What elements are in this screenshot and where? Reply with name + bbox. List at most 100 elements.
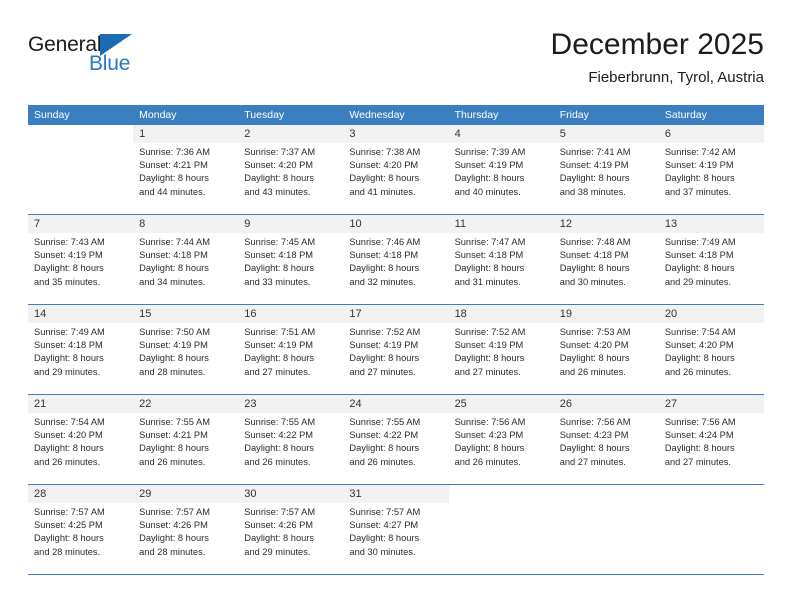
day-cell-2[interactable]: 2 Sunrise: 7:37 AM Sunset: 4:20 PM Daylight… [238,125,344,214]
day-details: Sunrise: 7:42 AM Sunset: 4:19 PM Daylight:… [659,143,764,199]
day-detail-line: Daylight: 8 hours [664,173,735,184]
day-detail-line: Daylight: 8 hours [244,263,315,274]
day-cell-31[interactable]: 31 Sunrise: 7:57 AM Sunset: 4:27 PM Dayligh… [343,485,449,574]
day-cell-9[interactable]: 9 Sunrise: 7:45 AM Sunset: 4:18 PM Daylight… [238,215,344,304]
day-cell-12[interactable]: 12 Sunrise: 7:48 AM Sunset: 4:18 PM Dayligh… [553,215,659,304]
day-cell-29[interactable]: 29 Sunrise: 7:57 AM Sunset: 4:26 PM Dayligh… [133,485,239,574]
day-detail-line: Daylight: 8 hours [244,533,315,544]
day-cell-21[interactable]: 21 Sunrise: 7:54 AM Sunset: 4:20 PM Dayligh… [28,395,134,484]
day-cell-8[interactable]: 8 Sunrise: 7:44 AM Sunset: 4:18 PM Daylight… [133,215,239,304]
weekday-header-wednesday: Wednesday [349,109,405,121]
day-detail-line: Sunrise: 7:52 AM [454,327,526,337]
day-detail-line: Sunrise: 7:43 AM [34,237,105,247]
day-detail-line: Sunrise: 7:36 AM [139,147,210,157]
day-cell-18[interactable]: 18 Sunrise: 7:52 AM Sunset: 4:19 PM Dayligh… [448,305,554,394]
day-cell-11[interactable]: 11 Sunrise: 7:47 AM Sunset: 4:18 PM Dayligh… [448,215,554,304]
day-detail-line: Daylight: 8 hours [454,443,525,454]
day-number: 7 [28,215,134,233]
weekday-header-tuesday: Tuesday [244,109,285,121]
day-cell-14[interactable]: 14 Sunrise: 7:49 AM Sunset: 4:18 PM Dayligh… [28,305,134,394]
day-detail-line: Daylight: 8 hours [139,443,209,454]
day-cell-17[interactable]: 17 Sunrise: 7:52 AM Sunset: 4:19 PM Dayligh… [343,305,449,394]
day-cell-22[interactable]: 22 Sunrise: 7:55 AM Sunset: 4:21 PM Dayligh… [133,395,239,484]
day-detail-line: Sunset: 4:20 PM [559,340,629,351]
day-details: Sunrise: 7:41 AM Sunset: 4:19 PM Daylight:… [554,143,659,199]
day-cell-6[interactable]: 6 Sunrise: 7:42 AM Sunset: 4:19 PM Daylight… [658,125,764,214]
calendar-week-row: 21 Sunrise: 7:54 AM Sunset: 4:20 PM Dayligh… [28,394,764,484]
day-cell-23[interactable]: 23 Sunrise: 7:55 AM Sunset: 4:22 PM Dayligh… [238,395,344,484]
day-details [28,143,133,146]
day-detail-line: and 26 minutes. [454,456,521,467]
day-details: Sunrise: 7:49 AM Sunset: 4:18 PM Daylight:… [28,323,133,379]
day-detail-line: and 34 minutes. [139,276,206,287]
day-cell-26[interactable]: 26 Sunrise: 7:56 AM Sunset: 4:23 PM Dayligh… [553,395,659,484]
day-number: 18 [448,305,554,323]
day-detail-line: and 31 minutes. [454,276,521,287]
calendar-grid: Sunday Monday Tuesday Wednesday Thursday Frid… [28,105,764,575]
day-cell-15[interactable]: 15 Sunrise: 7:50 AM Sunset: 4:19 PM Dayligh… [133,305,239,394]
day-detail-line: and 26 minutes. [244,456,311,467]
day-cell-4[interactable]: 4 Sunrise: 7:39 AM Sunset: 4:19 PM Daylight… [448,125,554,214]
day-cell-7[interactable]: 7 Sunrise: 7:43 AM Sunset: 4:19 PM Daylight… [28,215,134,304]
day-cell-27[interactable]: 27 Sunrise: 7:56 AM Sunset: 4:24 PM Dayligh… [658,395,764,484]
day-details: Sunrise: 7:46 AM Sunset: 4:18 PM Daylight:… [343,233,448,289]
day-cell-30[interactable]: 30 Sunrise: 7:57 AM Sunset: 4:26 PM Dayligh… [238,485,344,574]
day-detail-line: Sunset: 4:18 PM [454,250,524,261]
day-detail-line: Sunrise: 7:49 AM [664,237,736,247]
day-detail-line: Sunrise: 7:53 AM [559,327,631,337]
day-detail-line: Daylight: 8 hours [664,263,735,274]
day-details [449,503,554,506]
calendar-bottom-rule [28,574,764,575]
day-details: Sunrise: 7:55 AM Sunset: 4:21 PM Daylight:… [133,413,238,469]
day-detail-line: Sunrise: 7:57 AM [34,507,105,517]
weekday-header-sunday: Sunday [34,109,70,121]
day-detail-line: Sunset: 4:19 PM [349,340,419,351]
day-number: 9 [238,215,344,233]
page-header: General Blue December 2025 Fieberbrunn, … [28,28,764,98]
day-cell-25[interactable]: 25 Sunrise: 7:56 AM Sunset: 4:23 PM Dayligh… [448,395,554,484]
brand-logo[interactable]: General Blue [28,34,158,82]
day-number [553,485,659,503]
day-cell-28[interactable]: 28 Sunrise: 7:57 AM Sunset: 4:25 PM Dayligh… [28,485,134,574]
day-number: 23 [238,395,344,413]
title-block: December 2025 Fieberbrunn, Tyrol, Austri… [551,28,764,87]
day-details: Sunrise: 7:47 AM Sunset: 4:18 PM Daylight:… [449,233,554,289]
day-number: 25 [448,395,554,413]
day-detail-line: Daylight: 8 hours [454,173,525,184]
weekday-header-monday: Monday [139,109,177,121]
day-detail-line: Daylight: 8 hours [244,443,315,454]
day-details: Sunrise: 7:55 AM Sunset: 4:22 PM Daylight:… [238,413,343,469]
day-number [448,485,554,503]
day-detail-line: Sunrise: 7:41 AM [559,147,631,157]
day-number: 4 [448,125,554,143]
day-cell-16[interactable]: 16 Sunrise: 7:51 AM Sunset: 4:19 PM Dayligh… [238,305,344,394]
day-detail-line: Sunset: 4:20 PM [664,340,734,351]
day-cell-19[interactable]: 19 Sunrise: 7:53 AM Sunset: 4:20 PM Dayligh… [553,305,659,394]
weekday-header-saturday: Saturday [664,109,707,121]
day-cell-20[interactable]: 20 Sunrise: 7:54 AM Sunset: 4:20 PM Dayligh… [658,305,764,394]
day-detail-line: Sunrise: 7:39 AM [454,147,526,157]
day-detail-line: and 38 minutes. [559,186,626,197]
day-cell-10[interactable]: 10 Sunrise: 7:46 AM Sunset: 4:18 PM Dayligh… [343,215,449,304]
day-detail-line: and 28 minutes. [139,546,206,557]
day-details: Sunrise: 7:48 AM Sunset: 4:18 PM Daylight:… [554,233,659,289]
day-cell-1[interactable]: 1 Sunrise: 7:36 AM Sunset: 4:21 PM Daylight… [133,125,239,214]
day-detail-line: Sunset: 4:27 PM [349,520,419,531]
day-detail-line: Sunset: 4:20 PM [349,160,419,171]
day-detail-line: and 37 minutes. [664,186,731,197]
day-number: 10 [343,215,449,233]
location-subtitle: Fieberbrunn, Tyrol, Austria [588,68,764,86]
day-detail-line: Daylight: 8 hours [34,263,104,274]
day-number: 24 [343,395,449,413]
day-detail-line: and 29 minutes. [664,276,731,287]
day-detail-line: Daylight: 8 hours [349,173,420,184]
day-cell-13[interactable]: 13 Sunrise: 7:49 AM Sunset: 4:18 PM Dayligh… [658,215,764,304]
day-detail-line: Sunrise: 7:54 AM [34,417,105,427]
day-detail-line: Sunrise: 7:55 AM [244,417,316,427]
day-cell-3[interactable]: 3 Sunrise: 7:38 AM Sunset: 4:20 PM Daylight… [343,125,449,214]
day-detail-line: Sunset: 4:19 PM [664,160,734,171]
day-detail-line: and 33 minutes. [244,276,311,287]
day-number [658,485,764,503]
day-cell-24[interactable]: 24 Sunrise: 7:55 AM Sunset: 4:22 PM Dayligh… [343,395,449,484]
day-cell-5[interactable]: 5 Sunrise: 7:41 AM Sunset: 4:19 PM Daylight… [553,125,659,214]
